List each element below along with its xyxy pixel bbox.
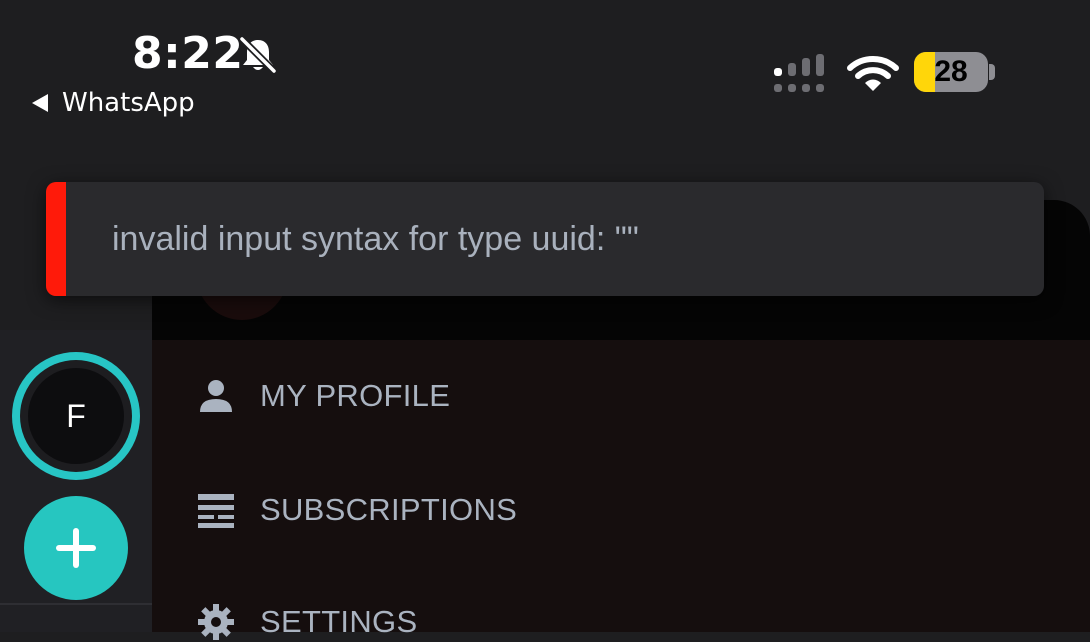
bell-muted-icon [239,36,277,74]
battery-cap [989,64,995,80]
menu-item-my-profile[interactable]: MY PROFILE [196,376,450,416]
error-toast[interactable]: invalid input syntax for type uuid: "" [46,182,1044,296]
avatar[interactable]: F [28,368,124,464]
menu-item-settings[interactable]: SETTINGS [196,602,417,642]
menu-item-label: MY PROFILE [260,378,451,413]
wifi-icon [847,56,899,91]
avatar-initial: F [66,397,86,434]
error-accent-bar [46,182,66,296]
battery-level: 28 [934,55,968,88]
person-icon [200,380,232,412]
battery-icon: 28 [914,52,988,92]
subscriptions-icon [198,494,234,528]
add-button[interactable] [24,496,128,600]
menu-item-subscriptions[interactable]: SUBSCRIPTIONS [196,490,517,530]
back-label: WhatsApp [62,88,195,118]
rail-divider [0,603,152,605]
plus-icon [56,528,96,568]
signal-icon [774,54,824,92]
menu-item-label: SUBSCRIPTIONS [260,492,518,527]
error-message: invalid input syntax for type uuid: "" [112,220,639,258]
menu-item-label: SETTINGS [260,604,418,639]
gear-icon [198,604,234,640]
back-to-whatsapp-link[interactable]: WhatsApp [32,88,195,118]
status-time: 8:22 [132,28,244,79]
back-arrow-icon [32,94,48,112]
